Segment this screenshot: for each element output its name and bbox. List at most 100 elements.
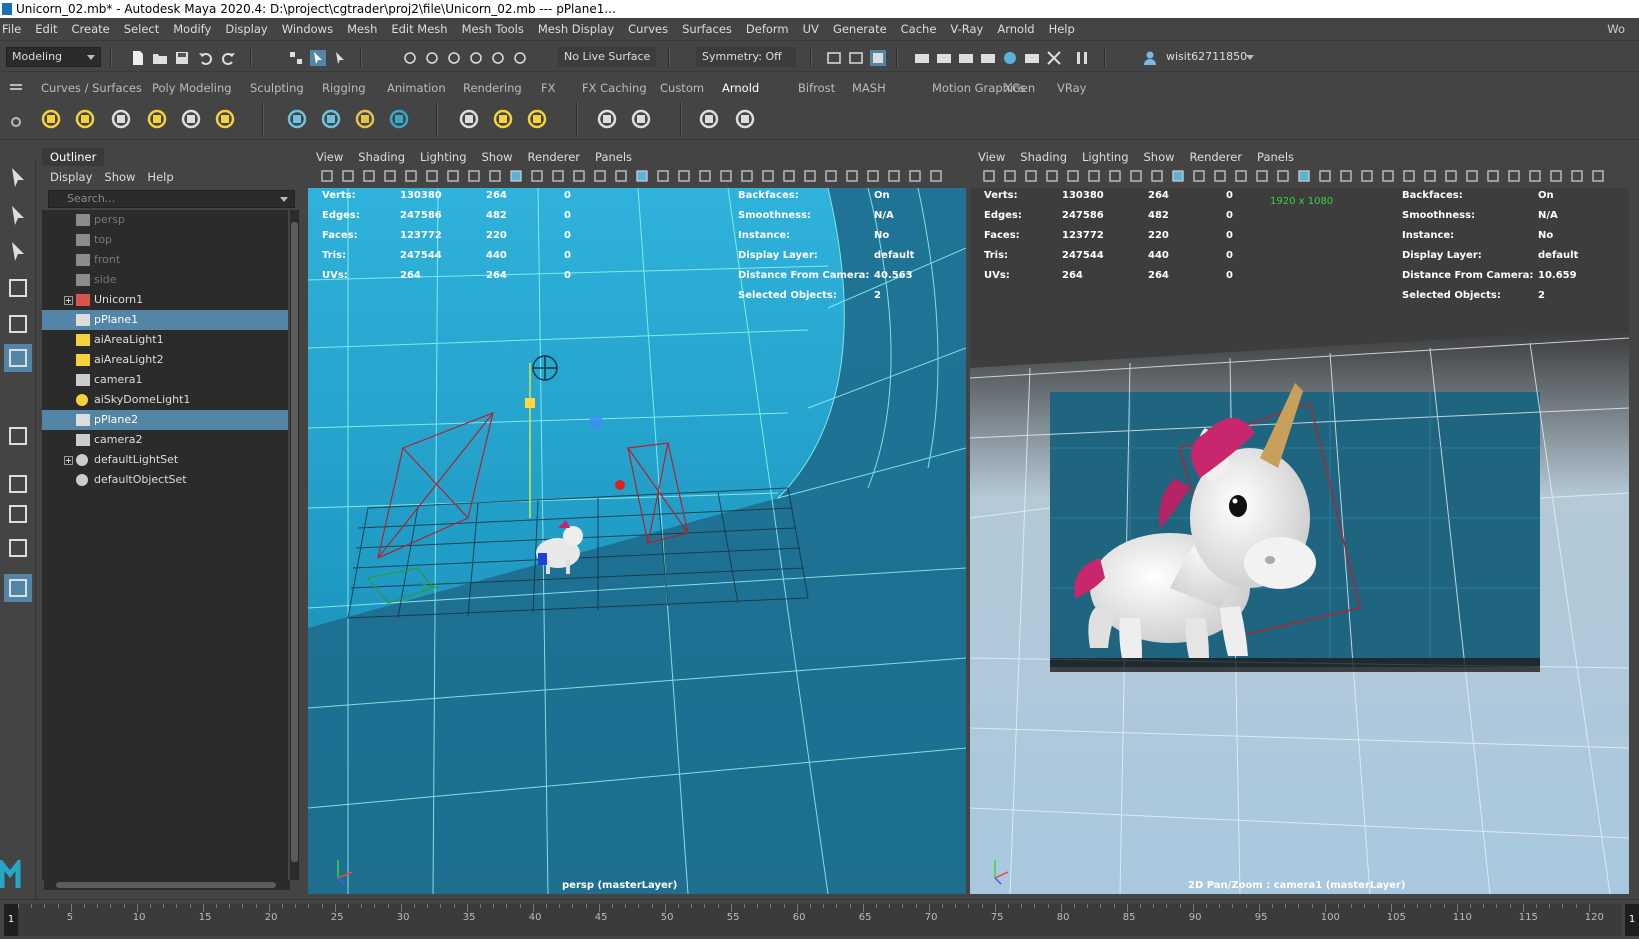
outliner-menu-show[interactable]: Show <box>104 170 135 184</box>
shelf-tab-fx[interactable]: FX <box>541 81 556 95</box>
make-live-icon[interactable] <box>512 50 528 66</box>
scrollbar-thumb[interactable] <box>56 882 276 888</box>
outliner-item-unicorn1[interactable]: Unicorn1 <box>42 290 288 310</box>
panel-tool-icon[interactable] <box>530 169 544 183</box>
panel-tool-icon[interactable] <box>1381 169 1395 183</box>
panel-menu-show[interactable]: Show <box>1144 150 1175 164</box>
hypershade-icon[interactable] <box>1002 50 1018 66</box>
expand-icon[interactable] <box>64 456 73 465</box>
symmetry-dropdown[interactable]: Symmetry: Off <box>696 47 796 67</box>
snap-curve-icon[interactable] <box>424 50 440 66</box>
menu-help[interactable]: Help <box>1049 22 1075 36</box>
curve-collector-icon[interactable] <box>352 106 378 132</box>
menu-cache[interactable]: Cache <box>901 22 937 36</box>
menu-modify[interactable]: Modify <box>173 22 211 36</box>
move-tool-icon[interactable] <box>4 274 32 302</box>
light-icon[interactable] <box>38 106 64 132</box>
select-component-icon[interactable] <box>332 50 348 66</box>
ipr-render-icon[interactable] <box>958 50 974 66</box>
select-hierarchy-icon[interactable] <box>288 50 304 66</box>
menu-mesh-tools[interactable]: Mesh Tools <box>462 22 524 36</box>
panel-tool-icon[interactable] <box>383 169 397 183</box>
panel-tool-icon[interactable] <box>982 169 996 183</box>
panel-tool-icon[interactable] <box>1276 169 1290 183</box>
two-pane-icon[interactable] <box>4 534 32 562</box>
scrollbar-thumb[interactable] <box>291 222 298 862</box>
menu-set-dropdown[interactable]: Modeling <box>6 47 101 67</box>
snap-grid-icon[interactable] <box>402 50 418 66</box>
panel-tool-icon[interactable] <box>782 169 796 183</box>
panel-tool-icon[interactable] <box>1339 169 1353 183</box>
outliner-item-camera1[interactable]: camera1 <box>42 370 288 390</box>
panel-tool-icon[interactable] <box>635 169 649 183</box>
menu-edit-mesh[interactable]: Edit Mesh <box>391 22 447 36</box>
menu-surfaces[interactable]: Surfaces <box>682 22 732 36</box>
render-frame-icon[interactable] <box>936 50 952 66</box>
outliner-item-pplane2[interactable]: pPlane2 <box>42 410 288 430</box>
panel-tool-icon[interactable] <box>929 169 943 183</box>
ipr-icon[interactable] <box>696 106 722 132</box>
menu-edit[interactable]: Edit <box>35 22 57 36</box>
menu-windows[interactable]: Windows <box>282 22 333 36</box>
menu-curves[interactable]: Curves <box>628 22 668 36</box>
panel-tool-icon[interactable] <box>446 169 460 183</box>
panel-tool-icon[interactable] <box>320 169 334 183</box>
panel-menu-lighting[interactable]: Lighting <box>420 150 466 164</box>
panel-tool-icon[interactable] <box>1234 169 1248 183</box>
camera1-viewport[interactable]: Verts: 130380 264 0 Edges: 247586 482 0 Faces: 12… <box>970 188 1629 894</box>
render-settings-icon[interactable] <box>980 50 996 66</box>
menu-deform[interactable]: Deform <box>746 22 789 36</box>
snap-projected-icon[interactable] <box>468 50 484 66</box>
panel-tool-icon[interactable] <box>698 169 712 183</box>
shelf-tab-rigging[interactable]: Rigging <box>322 81 366 95</box>
menu-arnold[interactable]: Arnold <box>997 22 1034 36</box>
panel-tool-icon[interactable] <box>509 169 523 183</box>
panel-tool-icon[interactable] <box>593 169 607 183</box>
scale-tool-icon[interactable] <box>4 344 32 372</box>
four-pane-icon[interactable] <box>4 470 32 498</box>
menu-file[interactable]: File <box>2 22 21 36</box>
outliner-item-front[interactable]: front <box>42 250 288 270</box>
panel-menu-view[interactable]: View <box>978 150 1005 164</box>
persp-outliner-icon[interactable] <box>4 500 32 528</box>
output-ops-icon[interactable] <box>848 50 864 66</box>
panel-tool-icon[interactable] <box>1318 169 1332 183</box>
outliner-item-defaultlightset[interactable]: defaultLightSet <box>42 450 288 470</box>
rotate-tool-icon[interactable] <box>4 310 32 338</box>
panel-tool-icon[interactable] <box>656 169 670 183</box>
redo-icon[interactable] <box>220 50 236 66</box>
paint-select-icon[interactable] <box>4 238 32 266</box>
panel-tool-icon[interactable] <box>1150 169 1164 183</box>
render-view-icon[interactable] <box>456 106 482 132</box>
panel-tool-icon[interactable] <box>1066 169 1080 183</box>
shelf-tab-animation[interactable]: Animation <box>387 81 446 95</box>
panel-menu-shading[interactable]: Shading <box>358 150 405 164</box>
aov-icon[interactable] <box>628 106 654 132</box>
panel-tool-icon[interactable] <box>761 169 775 183</box>
persp-viewport[interactable]: Verts: 130380 264 0 Edges: 247586 482 0 Faces: 12… <box>308 188 966 894</box>
panel-tool-icon[interactable] <box>1423 169 1437 183</box>
outliner-layout-icon[interactable] <box>4 574 32 602</box>
panel-tool-icon[interactable] <box>1360 169 1374 183</box>
panel-menu-panels[interactable]: Panels <box>595 150 632 164</box>
outliner-vertical-scrollbar[interactable] <box>290 210 299 880</box>
outliner-menu-display[interactable]: Display <box>50 170 92 184</box>
panel-tool-icon[interactable] <box>1402 169 1416 183</box>
sun-light-icon[interactable] <box>72 106 98 132</box>
outliner-item-top[interactable]: top <box>42 230 288 250</box>
shader-icon[interactable] <box>386 106 412 132</box>
menu-display[interactable]: Display <box>225 22 267 36</box>
panel-tool-icon[interactable] <box>1549 169 1563 183</box>
single-pane-icon[interactable] <box>4 422 32 450</box>
panel-menu-lighting[interactable]: Lighting <box>1082 150 1128 164</box>
outliner-item-camera2[interactable]: camera2 <box>42 430 288 450</box>
panel-tool-icon[interactable] <box>1570 169 1584 183</box>
time-slider-track[interactable]: 5 10 15 20 25 30 35 40 45 50 55 60 65 70 75 80 85 90 95 100… <box>10 904 1622 936</box>
snap-view-plane-icon[interactable] <box>490 50 506 66</box>
shelf-tab-sculpting[interactable]: Sculpting <box>250 81 304 95</box>
outliner-menu-help[interactable]: Help <box>147 170 173 184</box>
menu-create[interactable]: Create <box>72 22 110 36</box>
select-object-icon[interactable] <box>310 50 326 66</box>
arnold-render-view-icon[interactable] <box>1024 50 1040 66</box>
panel-tool-icon[interactable] <box>1087 169 1101 183</box>
